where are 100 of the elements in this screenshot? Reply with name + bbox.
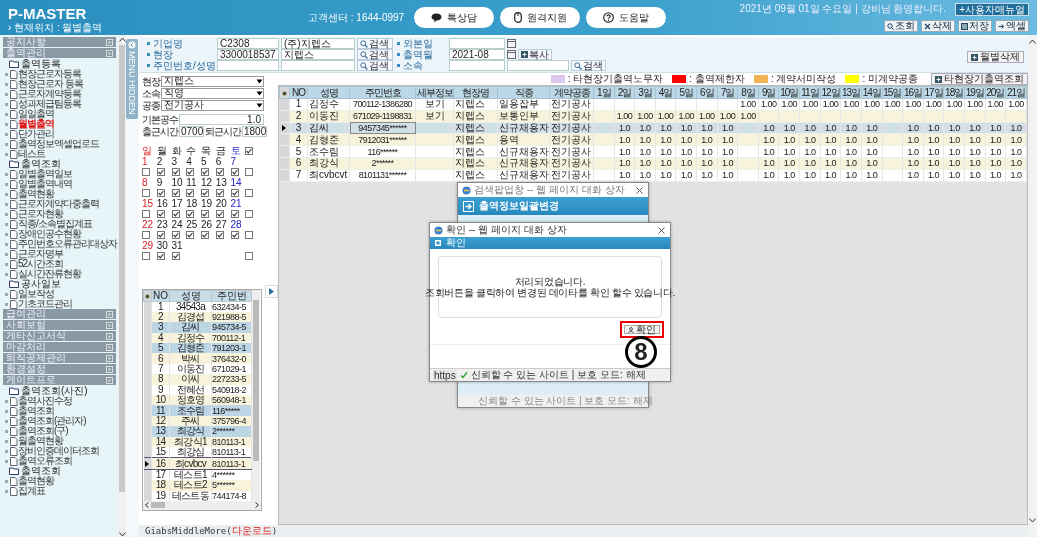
row-indicator[interactable]	[143, 457, 152, 470]
column-header[interactable]: 16일	[902, 86, 924, 99]
column-header[interactable]: 9일	[758, 86, 779, 99]
checkbox[interactable]	[245, 210, 254, 219]
checkbox[interactable]	[156, 210, 165, 219]
menu-item[interactable]: 주민번호오류관리대상자	[18, 239, 117, 249]
menu-item[interactable]: 장애인공수현황	[18, 229, 81, 239]
scroll-thumb[interactable]	[151, 502, 165, 509]
column-header[interactable]: 6일	[696, 86, 718, 99]
column-header[interactable]: 12일	[820, 86, 841, 99]
input-field[interactable]: 0700	[179, 125, 204, 137]
menu-item[interactable]: 성과제급팀등록	[18, 99, 81, 109]
scroll-down-icon[interactable]	[1029, 518, 1036, 523]
column-header[interactable]: 13일	[840, 86, 862, 99]
close-icon[interactable]	[636, 186, 643, 194]
menu-item[interactable]: 테스트	[18, 149, 45, 159]
checkbox[interactable]	[186, 189, 195, 198]
checkbox[interactable]	[245, 168, 254, 177]
menu-item[interactable]: 현장근로자 등록	[18, 79, 83, 89]
checkbox[interactable]	[215, 168, 224, 177]
checkbox[interactable]	[186, 231, 195, 240]
column-header[interactable]: 19일	[964, 86, 986, 99]
column-header[interactable]: 14일	[861, 86, 883, 99]
column-header[interactable]: 3일	[634, 86, 656, 99]
menu-item[interactable]: 출역오류조회	[18, 456, 72, 466]
column-header[interactable]: 직종	[497, 86, 550, 99]
help-button[interactable]: 도움말	[586, 7, 667, 28]
menu-item[interactable]: 출역현황	[18, 476, 54, 486]
checkbox[interactable]	[156, 168, 165, 177]
column-header[interactable]: NO	[151, 290, 170, 301]
menu-item[interactable]: 근로자명부	[18, 249, 63, 259]
calendar-icon[interactable]	[507, 39, 516, 48]
input-field[interactable]: 지렙스	[281, 49, 355, 60]
input-field[interactable]	[507, 60, 569, 71]
toggle-icon[interactable]	[106, 365, 113, 373]
checkbox[interactable]	[230, 210, 239, 219]
dropdown[interactable]: 직영	[161, 87, 264, 99]
checkbox[interactable]	[201, 168, 209, 177]
checkbox[interactable]	[142, 210, 150, 219]
checkbox[interactable]	[245, 147, 254, 156]
dropdown[interactable]: 지렙스	[161, 75, 264, 87]
menu-item[interactable]: 장비인증데이터조회	[18, 446, 99, 456]
menu-item[interactable]: 출역정보엑셀업로드	[18, 139, 99, 149]
menu-folder[interactable]: 공사일보	[21, 279, 61, 289]
ok-button[interactable]: 확인	[620, 321, 664, 338]
date-field[interactable]	[449, 38, 505, 49]
menu-item[interactable]: 52시간조회	[18, 259, 64, 269]
toolbar-button[interactable]: 삭제	[921, 20, 955, 32]
menu-folder[interactable]: 출역조회	[21, 159, 61, 169]
input-field[interactable]	[217, 60, 279, 71]
input-field[interactable]: 1800	[242, 125, 267, 137]
toolbar-button[interactable]: 조회	[884, 20, 918, 32]
column-header[interactable]: 17일	[923, 86, 944, 99]
checkbox[interactable]	[201, 231, 209, 240]
toggle-icon[interactable]	[106, 332, 113, 340]
menu-folder[interactable]: 출역등록	[21, 59, 61, 69]
menu-item[interactable]: 출역현황	[18, 189, 54, 199]
column-header[interactable]: 현장명	[453, 86, 498, 99]
checkbox[interactable]	[215, 189, 224, 198]
column-header[interactable]: 8일	[737, 86, 759, 99]
menu-item[interactable]: 월출역현황	[18, 436, 63, 446]
delete-button[interactable]: 월별삭제	[967, 51, 1024, 63]
menu-item[interactable]: 근로자계약등록	[18, 89, 81, 99]
menu-item[interactable]: 기초코드관리	[18, 299, 72, 309]
checkbox[interactable]	[230, 189, 239, 198]
column-header[interactable]: 5일	[675, 86, 697, 99]
menu-item[interactable]: 일일출역	[18, 109, 54, 119]
toggle-icon[interactable]	[106, 354, 113, 362]
input-field[interactable]	[281, 60, 355, 71]
menu-item[interactable]: 직종/소속별집계표	[18, 219, 92, 229]
checkbox[interactable]	[230, 168, 239, 177]
column-header[interactable]: 1일	[593, 86, 615, 99]
toggle-icon[interactable]	[106, 38, 113, 46]
toolbar-button[interactable]: 저장	[958, 20, 992, 32]
checkbox[interactable]	[171, 189, 180, 198]
checkbox[interactable]	[245, 231, 254, 240]
search-button[interactable]: 검색	[571, 60, 606, 71]
checkbox[interactable]	[171, 252, 180, 261]
checkbox[interactable]	[142, 189, 150, 198]
horizontal-scrollbar[interactable]	[143, 500, 261, 510]
toggle-icon[interactable]	[106, 376, 113, 384]
checkbox[interactable]	[186, 210, 195, 219]
menu-folder[interactable]: 출역조회	[21, 466, 61, 476]
manual-button[interactable]: +사용자매뉴얼	[955, 2, 1029, 16]
scrollbar[interactable]	[252, 289, 260, 501]
scroll-down-icon[interactable]	[118, 532, 126, 537]
menu-item[interactable]: 월별출역	[18, 119, 54, 129]
scroll-up-icon[interactable]	[118, 37, 126, 42]
column-header[interactable]: 주민번호	[349, 86, 416, 99]
toggle-icon[interactable]	[106, 343, 113, 351]
search-button[interactable]: 검색	[357, 60, 393, 71]
checkbox[interactable]	[142, 168, 150, 177]
checkbox[interactable]	[201, 189, 209, 198]
menu-folder[interactable]: 출역조회(사진)	[21, 386, 88, 396]
help-button[interactable]: 원격지원	[500, 7, 581, 28]
column-header[interactable]: 15일	[882, 86, 903, 99]
checkbox[interactable]	[230, 231, 239, 240]
scrollbar[interactable]	[118, 37, 126, 537]
column-header[interactable]: 4일	[655, 86, 676, 99]
lookup-button[interactable]: 타현장기출역조회	[931, 73, 1028, 85]
